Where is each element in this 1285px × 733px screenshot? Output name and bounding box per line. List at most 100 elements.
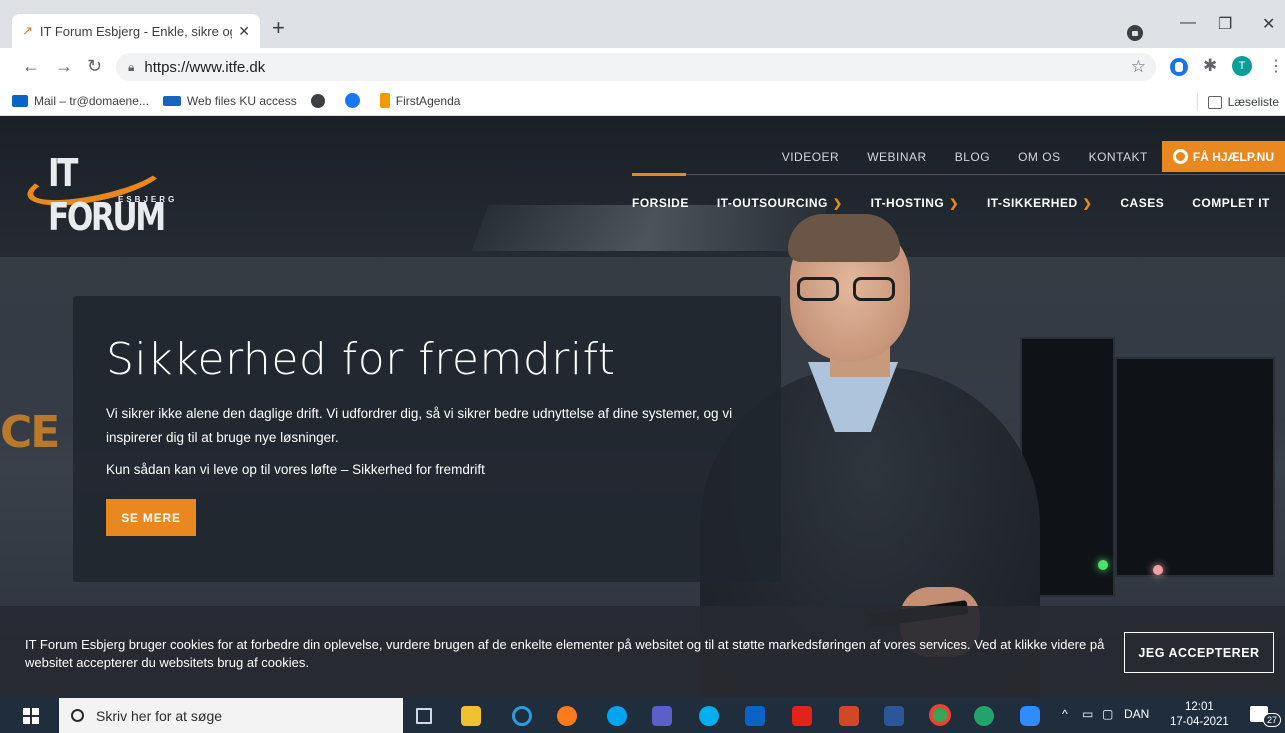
acrobat-icon[interactable]	[792, 706, 812, 726]
reading-list-button[interactable]: Læseliste	[1196, 93, 1279, 111]
bookmark-web-files[interactable]: Web files KU access	[162, 93, 297, 108]
hero-person-hair	[788, 214, 900, 262]
clock-time: 12:01	[1185, 701, 1214, 713]
lifebuoy-icon	[1172, 149, 1188, 164]
url-text: https://www.itfe.dk	[144, 58, 266, 76]
media-control-icon[interactable]	[1127, 25, 1143, 41]
secondary-nav: VIDEOER WEBINAR BLOG OM OS KONTAKT FÅ HJ…	[782, 141, 1285, 172]
reload-icon[interactable]: ↻	[87, 56, 102, 77]
chrome-icon[interactable]	[929, 704, 951, 726]
reading-list-label: Læseliste	[1227, 95, 1279, 109]
nav-label: IT-HOSTING	[870, 196, 945, 210]
site-favicon-icon: ↗	[22, 23, 33, 38]
network-icon[interactable]: ▭	[1082, 707, 1093, 721]
skype-business-icon[interactable]	[607, 706, 627, 726]
zoom-icon[interactable]	[1020, 706, 1040, 726]
outlook-icon	[12, 94, 28, 107]
background-light-pink	[1153, 565, 1163, 575]
bookmark-label: Web files KU access	[186, 93, 297, 108]
nav-forside[interactable]: FORSIDE	[632, 196, 689, 210]
outlook-taskbar-icon[interactable]	[745, 706, 765, 726]
close-tab-icon[interactable]: ✕	[238, 23, 250, 40]
lock-icon[interactable]: 🔒︎	[128, 60, 134, 75]
site-logo[interactable]: IT FORUM ESBJERG	[23, 146, 186, 239]
minimize-icon[interactable]: —	[1180, 14, 1196, 32]
chevron-down-icon: ❯	[832, 197, 843, 210]
nav-label: CASES	[1120, 196, 1165, 210]
nav-label: IT-SIKKERHED	[986, 196, 1078, 210]
forward-icon[interactable]: →	[55, 56, 73, 77]
nav-videoer[interactable]: VIDEOER	[782, 150, 840, 164]
word-icon[interactable]	[884, 706, 904, 726]
address-bar[interactable]: 🔒︎ https://www.itfe.dk ☆	[116, 53, 1156, 81]
tab-title: IT Forum Esbjerg - Enkle, sikre og	[39, 23, 233, 39]
windows-start-icon[interactable]	[23, 708, 39, 724]
restore-icon[interactable]: ❐	[1218, 14, 1232, 34]
notification-count: 27	[1263, 713, 1281, 727]
new-tab-button[interactable]: +	[272, 17, 285, 39]
show-hidden-icons[interactable]: ^	[1062, 707, 1068, 721]
web-files-icon	[162, 95, 181, 106]
firefox-icon[interactable]	[557, 706, 577, 726]
divider	[1196, 93, 1198, 111]
bookmark-icon	[379, 93, 390, 108]
nav-blog[interactable]: BLOG	[955, 150, 990, 164]
nav-cases[interactable]: CASES	[1120, 196, 1164, 210]
clock-date: 17-04-2021	[1170, 716, 1229, 728]
close-window-icon[interactable]: ✕	[1262, 14, 1275, 34]
taskbar-search-box[interactable]: Skriv her for at søge	[59, 698, 403, 733]
input-language[interactable]: DAN	[1124, 707, 1149, 721]
app-icon[interactable]	[974, 706, 994, 726]
nav-kontakt[interactable]: KONTAKT	[1089, 150, 1148, 164]
nav-label: COMPLET IT	[1192, 196, 1270, 210]
main-nav: FORSIDE IT-OUTSOURCING ❯ IT-HOSTING ❯ IT-S…	[632, 196, 1270, 210]
display-icon[interactable]: ▢	[1102, 707, 1113, 721]
cookie-text: IT Forum Esbjerg bruger cookies for at f…	[25, 637, 1105, 670]
bookmark-globe[interactable]	[310, 93, 331, 108]
background-light	[471, 205, 829, 251]
chevron-down-icon: ❯	[1082, 197, 1093, 210]
browser-toolbar: ← → ↻ 🔒︎ https://www.itfe.dk ☆ ✱ T ⋮	[0, 48, 1285, 86]
active-nav-indicator	[632, 173, 686, 176]
globe-icon	[310, 93, 325, 108]
powerpoint-icon[interactable]	[839, 706, 859, 726]
see-more-button[interactable]: SE MERE	[106, 499, 196, 536]
back-icon[interactable]: ←	[22, 56, 40, 77]
hero-title: Sikkerhed for fremdrift	[106, 334, 616, 385]
bookmark-star-icon[interactable]: ☆	[1131, 57, 1146, 77]
file-explorer-icon[interactable]	[461, 706, 481, 726]
bookmark-label: FirstAgenda	[395, 93, 461, 108]
search-icon	[71, 709, 84, 722]
bookmark-firstagenda[interactable]: FirstAgenda	[379, 93, 461, 108]
search-placeholder: Skriv her for at søge	[96, 707, 223, 724]
get-help-label: FÅ HJÆLP.NU	[1192, 149, 1274, 164]
nav-om-os[interactable]: OM OS	[1018, 150, 1061, 164]
profile-avatar[interactable]: T	[1232, 56, 1252, 76]
extensions-puzzle-icon[interactable]: ✱	[1203, 56, 1217, 76]
nav-it-hosting[interactable]: IT-HOSTING ❯	[871, 196, 959, 210]
web-page: CE IT FORUM ESBJERG VIDEOER WEBINAR BLOG…	[0, 117, 1285, 697]
bookmarks-bar: Mail – tr@domaene... Web files KU access…	[0, 86, 1285, 116]
taskbar-clock[interactable]: 12:01 17-04-2021	[1170, 700, 1229, 730]
nav-it-sikkerhed[interactable]: IT-SIKKERHED ❯	[987, 196, 1092, 210]
hero-paragraph: Vi sikrer ikke alene den daglige drift. …	[106, 406, 733, 445]
nav-webinar[interactable]: WEBINAR	[867, 150, 927, 164]
nav-label: IT-OUTSOURCING	[716, 196, 828, 210]
nav-divider	[632, 173, 1285, 176]
background-monitor	[1115, 357, 1275, 577]
accept-cookies-button[interactable]: JEG ACCEPTERER	[1124, 632, 1274, 673]
cookie-banner: IT Forum Esbjerg bruger cookies for at f…	[0, 606, 1285, 697]
teams-icon[interactable]	[652, 706, 672, 726]
reading-list-icon	[1207, 95, 1222, 109]
browser-tab[interactable]: ↗ IT Forum Esbjerg - Enkle, sikre og ✕	[12, 14, 260, 48]
extension-icon[interactable]	[1170, 58, 1188, 76]
skype-icon[interactable]	[699, 706, 719, 726]
internet-explorer-icon[interactable]	[512, 706, 532, 726]
bookmark-mail[interactable]: Mail – tr@domaene...	[12, 94, 149, 108]
menu-kebab-icon[interactable]: ⋮	[1268, 56, 1284, 76]
nav-it-outsourcing[interactable]: IT-OUTSOURCING ❯	[717, 196, 843, 210]
nav-complet-it[interactable]: COMPLET IT	[1192, 196, 1270, 210]
task-view-icon[interactable]	[416, 708, 432, 724]
bookmark-facebook[interactable]	[344, 93, 366, 108]
get-help-button[interactable]: FÅ HJÆLP.NU	[1161, 141, 1285, 172]
